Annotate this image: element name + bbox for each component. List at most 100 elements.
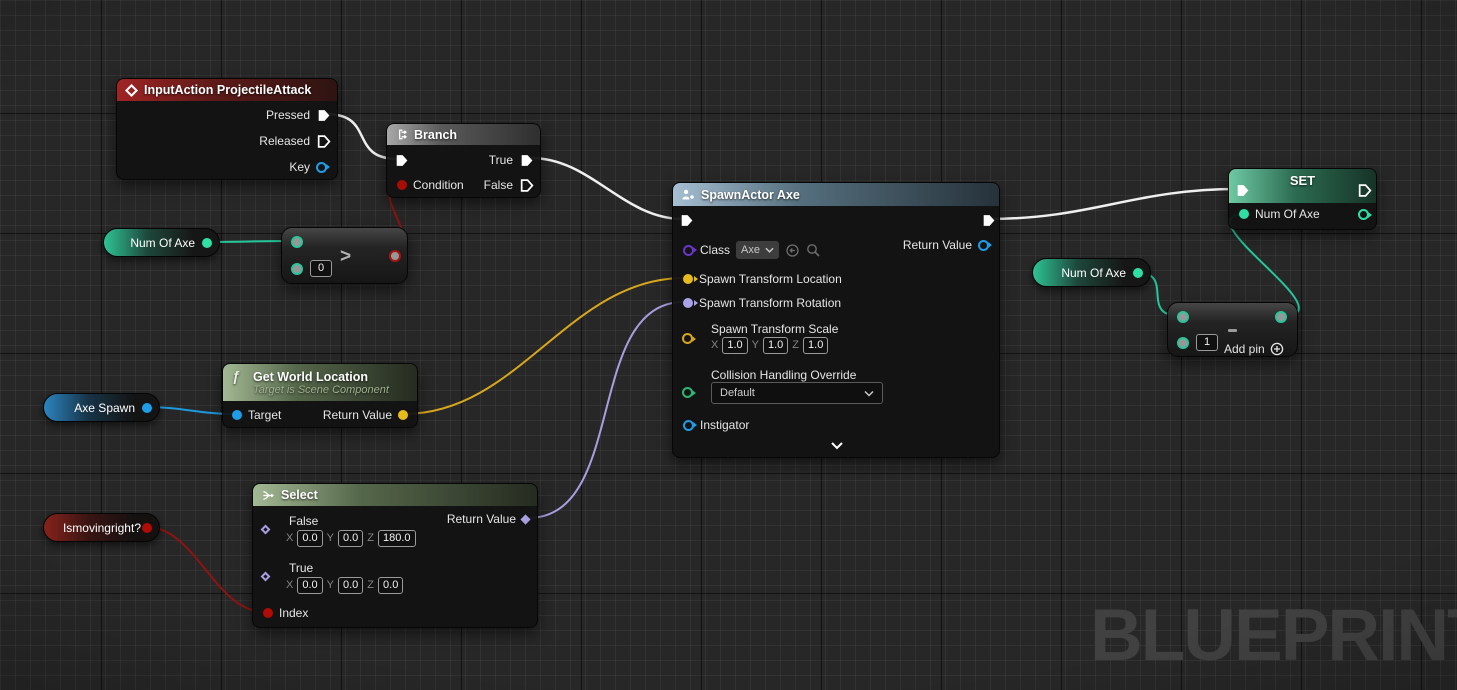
- node-get-ismovingright[interactable]: Ismovingright?: [43, 513, 160, 542]
- value-input-b[interactable]: 0: [310, 260, 332, 277]
- scale-x-input[interactable]: 1.0: [722, 337, 747, 354]
- wire-location: [404, 278, 684, 414]
- pin-label-true: True: [489, 153, 513, 167]
- node-spawn-actor-axe[interactable]: SpawnActor Axe Class Axe Return Value Sp…: [672, 182, 1000, 458]
- data-pin-b[interactable]: [291, 263, 303, 275]
- class-dropdown[interactable]: Axe: [736, 241, 779, 259]
- node-title: SET: [1229, 173, 1376, 188]
- true-z-input[interactable]: 0.0: [378, 577, 403, 594]
- exec-pin-in[interactable]: [1235, 183, 1250, 198]
- scale-z-input[interactable]: 1.0: [803, 337, 828, 354]
- data-pin-spawn-scale[interactable]: [682, 333, 693, 344]
- axis-label-z: Z: [792, 339, 799, 351]
- data-pin-b[interactable]: [1177, 337, 1189, 349]
- data-pin-target[interactable]: [232, 410, 242, 420]
- data-pin-result[interactable]: [1275, 311, 1287, 323]
- data-pin-result[interactable]: [389, 250, 401, 262]
- data-pin-condition[interactable]: [397, 180, 407, 190]
- node-get-world-location[interactable]: ƒ Get World Location Target is Scene Com…: [222, 363, 418, 428]
- data-pin-false[interactable]: [261, 525, 271, 535]
- data-pin-a[interactable]: [1177, 311, 1189, 323]
- node-set-num-of-axe[interactable]: SET Num Of Axe: [1228, 168, 1377, 230]
- exec-pin-in[interactable]: [394, 153, 409, 168]
- wire-spawn-to-set: [988, 189, 1238, 219]
- exec-pin-in[interactable]: [679, 213, 694, 228]
- exec-pin-pressed[interactable]: [316, 108, 331, 123]
- add-pin-button[interactable]: [1270, 342, 1284, 356]
- pin-label-spawn-scale: Spawn Transform Scale: [711, 322, 838, 336]
- node-branch[interactable]: Branch True Condition False: [386, 123, 541, 198]
- wire-true-to-spawn: [531, 158, 683, 219]
- node-subtract[interactable]: 1 Add pin: [1167, 302, 1298, 357]
- branch-icon: [395, 128, 408, 141]
- expand-node-chevron[interactable]: [830, 441, 844, 450]
- data-pin-true[interactable]: [261, 572, 271, 582]
- pin-label-released: Released: [259, 134, 310, 148]
- pin-label-pressed: Pressed: [266, 108, 310, 122]
- exec-pin-out[interactable]: [981, 213, 996, 228]
- node-subtitle: Target is Scene Component: [253, 384, 389, 396]
- select-icon: [261, 489, 275, 502]
- add-pin-label: Add pin: [1224, 342, 1265, 356]
- node-title: InputAction ProjectileAttack: [144, 83, 311, 97]
- data-pin-return-value[interactable]: [521, 514, 531, 524]
- node-input-action[interactable]: InputAction ProjectileAttack Pressed Rel…: [116, 78, 338, 180]
- axis-label-z: Z: [367, 579, 374, 591]
- use-selected-icon[interactable]: [785, 243, 800, 258]
- data-pin-return-value[interactable]: [978, 240, 989, 251]
- data-pin-a[interactable]: [291, 236, 303, 248]
- data-pin-out[interactable]: [1133, 268, 1143, 278]
- data-pin-class[interactable]: [683, 245, 694, 256]
- false-y-input[interactable]: 0.0: [338, 530, 363, 547]
- value-input-b[interactable]: 1: [1196, 334, 1218, 351]
- node-greater-than[interactable]: 0 >: [281, 227, 408, 284]
- data-pin-out[interactable]: [142, 403, 152, 413]
- true-x-input[interactable]: 0.0: [297, 577, 322, 594]
- pin-label-collision: Collision Handling Override: [711, 368, 856, 382]
- browse-icon[interactable]: [806, 243, 821, 258]
- data-pin-return[interactable]: [398, 410, 408, 420]
- data-pin-var-in[interactable]: [1239, 209, 1249, 219]
- node-get-num-of-axe-left[interactable]: Num Of Axe: [103, 228, 220, 257]
- operator-symbol: >: [340, 246, 351, 268]
- pin-label-key: Key: [289, 160, 310, 174]
- data-pin-collision[interactable]: [682, 387, 693, 398]
- node-get-num-of-axe-right[interactable]: Num Of Axe: [1032, 258, 1151, 287]
- data-pin-index[interactable]: [263, 608, 273, 618]
- exec-pin-true[interactable]: [519, 153, 534, 168]
- exec-pin-false[interactable]: [519, 178, 534, 193]
- variable-label: Num Of Axe: [130, 236, 195, 250]
- function-icon: ƒ: [232, 368, 240, 384]
- event-diamond-icon: [125, 84, 138, 97]
- false-x-input[interactable]: 0.0: [297, 530, 322, 547]
- node-get-axe-spawn[interactable]: Axe Spawn: [43, 393, 160, 422]
- node-title: Select: [281, 488, 318, 502]
- node-select[interactable]: Select False X 0.0 Y 0.0 Z 180.0 Return …: [252, 483, 538, 628]
- pin-label-return-value: Return Value: [447, 512, 516, 526]
- axis-label-z: Z: [367, 532, 374, 544]
- data-pin-out[interactable]: [202, 238, 212, 248]
- node-title: Branch: [414, 128, 457, 142]
- blueprint-canvas[interactable]: { "watermark": "BLUEPRINT", "axis": { "x…: [0, 0, 1457, 690]
- variable-label: Ismovingright?: [63, 521, 141, 535]
- option-label-false: False: [289, 514, 318, 528]
- axis-label-y: Y: [327, 579, 334, 591]
- data-pin-instigator[interactable]: [683, 420, 694, 431]
- variable-label: Num Of Axe: [1061, 266, 1126, 280]
- pin-label-spawn-rotation: Spawn Transform Rotation: [699, 296, 841, 310]
- operator-symbol: [1228, 329, 1237, 332]
- data-pin-spawn-rotation[interactable]: [683, 298, 693, 308]
- data-pin-var-out[interactable]: [1358, 209, 1369, 220]
- axis-label-y: Y: [327, 532, 334, 544]
- false-z-input[interactable]: 180.0: [378, 530, 416, 547]
- true-y-input[interactable]: 0.0: [338, 577, 363, 594]
- data-pin-out[interactable]: [142, 523, 152, 533]
- collision-dropdown[interactable]: Default: [711, 382, 883, 404]
- scale-y-input[interactable]: 1.0: [763, 337, 788, 354]
- pin-label-index: Index: [279, 606, 308, 620]
- pin-label-target: Target: [248, 408, 281, 422]
- data-pin-spawn-location[interactable]: [683, 274, 693, 284]
- exec-pin-out[interactable]: [1357, 183, 1372, 198]
- data-pin-key[interactable]: [316, 162, 327, 173]
- exec-pin-released[interactable]: [316, 134, 331, 149]
